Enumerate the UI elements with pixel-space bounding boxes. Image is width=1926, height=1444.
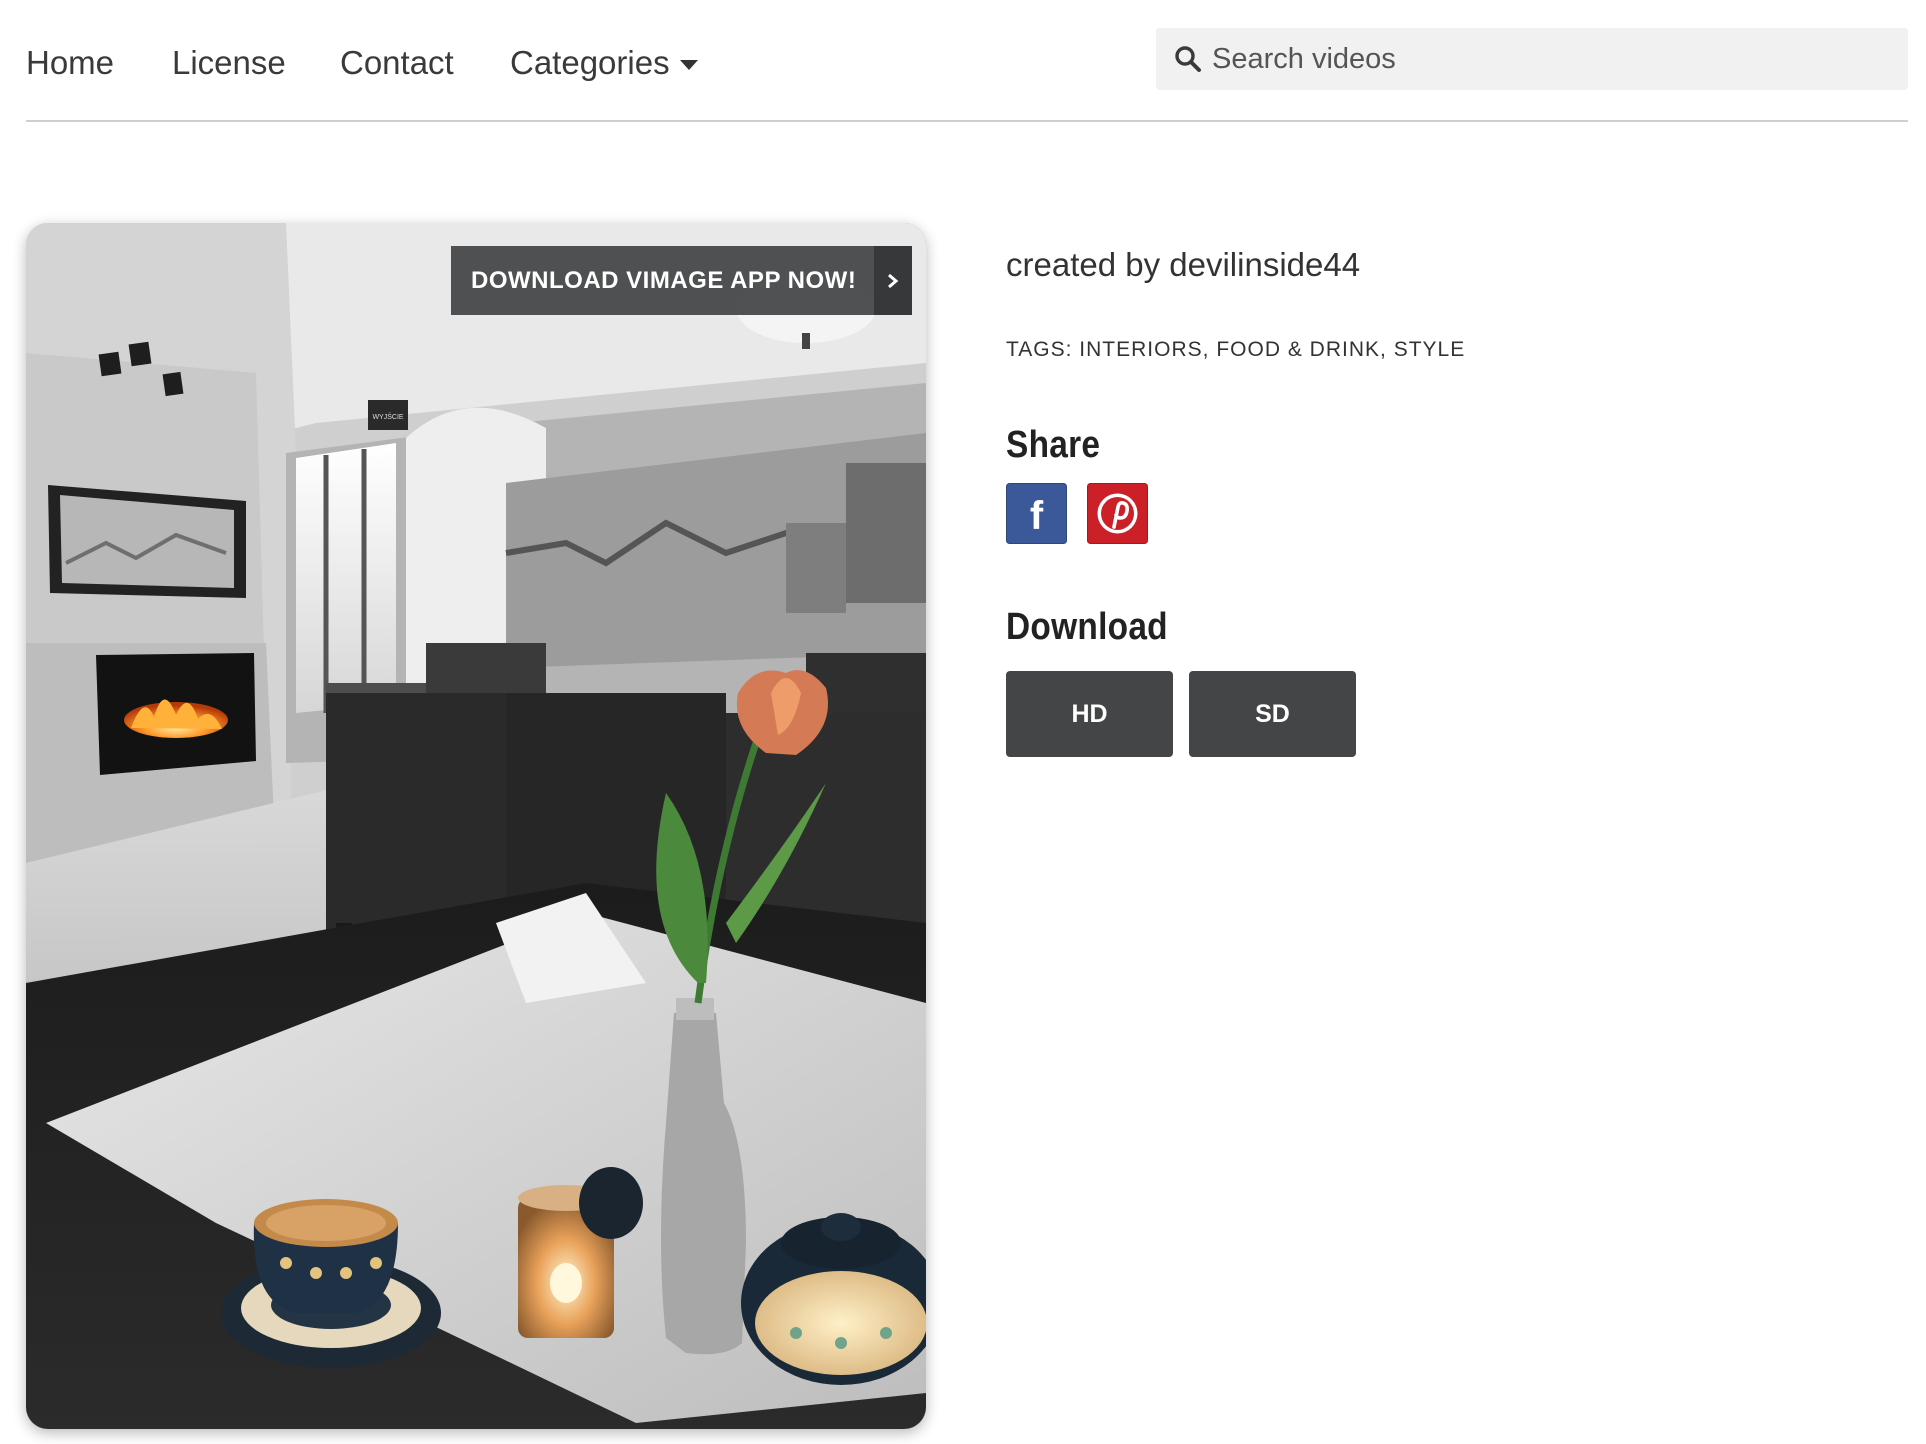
tags-line: TAGS: INTERIORS, FOOD & DRINK, STYLE bbox=[1006, 338, 1886, 362]
nav-license-link[interactable]: License bbox=[172, 44, 286, 82]
chevron-right-icon bbox=[874, 246, 913, 315]
download-app-banner[interactable]: DOWNLOAD VIMAGE APP NOW! bbox=[451, 246, 913, 315]
download-sd-button[interactable]: SD bbox=[1189, 671, 1356, 757]
tags-prefix: TAGS: bbox=[1006, 338, 1073, 361]
tag-link-interiors[interactable]: INTERIORS bbox=[1079, 338, 1202, 361]
pinterest-icon bbox=[1097, 493, 1138, 534]
download-app-label: DOWNLOAD VIMAGE APP NOW! bbox=[451, 246, 875, 315]
nav-contact-link[interactable]: Contact bbox=[340, 44, 454, 82]
share-buttons: f bbox=[1006, 483, 1886, 544]
search-input[interactable] bbox=[1212, 34, 1902, 84]
facebook-share-button[interactable]: f bbox=[1006, 483, 1067, 544]
nav-home-link[interactable]: Home bbox=[26, 44, 114, 82]
video-still-image: WYJŚCIE bbox=[26, 223, 926, 1429]
tag-link-style[interactable]: STYLE bbox=[1394, 338, 1466, 361]
nav-categories-dropdown[interactable]: Categories bbox=[510, 44, 698, 82]
facebook-icon: f bbox=[1030, 494, 1044, 538]
tag-separator: , bbox=[1202, 338, 1210, 361]
search-icon bbox=[1175, 46, 1201, 72]
download-hd-button[interactable]: HD bbox=[1006, 671, 1173, 757]
download-buttons: HD SD bbox=[1006, 671, 1886, 757]
nav-categories-label: Categories bbox=[510, 44, 670, 81]
search-bar[interactable] bbox=[1156, 28, 1908, 90]
video-details: created by devilinside44 TAGS: INTERIORS… bbox=[1006, 240, 1886, 757]
creator-credit: created by devilinside44 bbox=[1006, 246, 1361, 283]
tag-link-food-drink[interactable]: FOOD & DRINK bbox=[1216, 338, 1380, 361]
svg-text:WYJŚCIE: WYJŚCIE bbox=[372, 412, 403, 421]
download-heading: Download bbox=[1006, 606, 1168, 648]
top-navigation: Home License Contact Categories bbox=[26, 0, 1908, 122]
pinterest-share-button[interactable] bbox=[1087, 483, 1148, 544]
caret-down-icon bbox=[679, 60, 698, 70]
share-heading: Share bbox=[1006, 424, 1101, 466]
tag-separator: , bbox=[1380, 338, 1387, 361]
video-preview[interactable]: WYJŚCIE DOWNLOAD VIMAGE APP NOW! bbox=[26, 223, 926, 1429]
